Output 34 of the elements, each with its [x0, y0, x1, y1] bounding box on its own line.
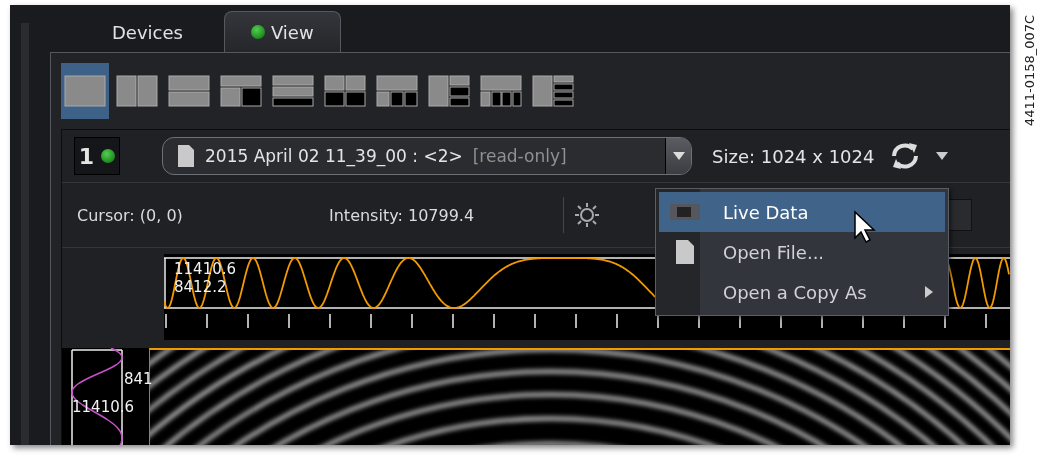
layout-icon — [116, 75, 158, 107]
status-led — [250, 25, 265, 39]
menu-item[interactable]: Open a Copy As — [659, 272, 945, 312]
layout-icon — [64, 75, 106, 107]
layout-icon — [532, 75, 574, 107]
menu-item[interactable]: Open File... — [659, 232, 945, 272]
menu-item[interactable]: Live Data — [659, 192, 945, 232]
tab[interactable]: Devices — [85, 5, 210, 52]
tab[interactable]: View — [223, 11, 341, 52]
camera-icon — [669, 203, 701, 221]
dropdown-button[interactable] — [665, 138, 691, 174]
layout-icon — [168, 75, 210, 107]
file-icon — [177, 144, 195, 168]
caret-icon — [936, 152, 949, 160]
layout-icon — [480, 75, 522, 107]
submenu-arrow-icon — [925, 286, 933, 298]
layout-icon — [272, 75, 314, 107]
file-name: 2015 April 02 11_39_00 : <2> — [205, 146, 463, 166]
layout-icon — [220, 75, 262, 107]
figure-id: 4411-0158_007C — [1022, 14, 1038, 126]
mouse-pointer-icon — [853, 210, 877, 244]
cursor-readout: Cursor: (0, 0) — [77, 205, 184, 225]
file-icon — [675, 239, 695, 265]
layout-icon — [376, 75, 418, 107]
sun-icon — [574, 202, 600, 228]
image-size: Size: 1024 x 1024 — [712, 145, 875, 167]
intensity-readout: Intensity: 10799.4 — [329, 205, 476, 225]
layout-icon — [324, 75, 366, 107]
viewer-number: 1 — [78, 143, 94, 169]
source-dropdown[interactable]: 2015 April 02 11_39_00 : <2> [read-only] — [162, 137, 692, 175]
layout-icon — [428, 75, 470, 107]
options-button[interactable] — [936, 152, 949, 160]
caret-icon — [672, 152, 685, 160]
read-only-label: [read-only] — [472, 146, 567, 166]
